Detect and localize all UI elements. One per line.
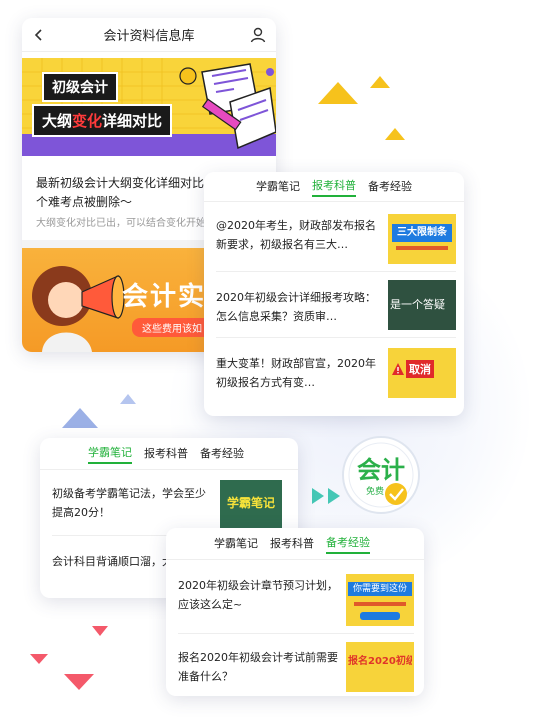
thumb-caption: 是一个答疑 [390, 298, 445, 311]
banner2-title: 会计实 [122, 282, 207, 312]
thumb-caption: 取消 [406, 360, 434, 378]
list-item-text: 报名2020年初级会计考试前需要准备什么？ [178, 651, 338, 683]
list-item-thumbnail: 是一个答疑 [388, 280, 456, 330]
list-item-text: @2020年考生，财政部发布报名新要求，初级报名有三大… [216, 219, 376, 251]
red-triangle-1 [92, 626, 108, 636]
list-item-text: 初级备考学霸笔记法，学会至少提高20分！ [52, 487, 206, 519]
banner-line1: 初级会计 [42, 72, 118, 102]
papers-pencil-illustration [179, 63, 276, 150]
page-title: 会计资料信息库 [103, 29, 195, 44]
tab-exam-guide[interactable]: 报考科普 [312, 177, 356, 197]
list-item[interactable]: 2020年初级会计详细报考攻略：怎么信息采集？资质审… 是一个答疑 [216, 272, 456, 338]
syllabus-banner[interactable]: 初级会计 大纲变化详细对比 [22, 58, 276, 156]
list-item-text: 重大变革！财政部官宣，2020年初级报名方式有变… [216, 357, 376, 389]
badge-title: 会计 [357, 456, 405, 484]
yellow-triangle-large [318, 82, 358, 104]
list-item-thumbnail: 学霸笔记 [220, 480, 282, 528]
list-item-text: 2020年初级会计详细报考攻略：怎么信息采集？资质审… [216, 291, 376, 323]
list-item-thumbnail: 三大限制条 [388, 214, 456, 264]
list-item-thumbnail: 报名2020初级会 [346, 642, 414, 692]
yellow-triangle-small [370, 76, 390, 88]
banner-line2: 大纲变化详细对比 [32, 104, 173, 137]
red-triangle-3 [64, 674, 94, 690]
blue-triangle-small [120, 394, 136, 404]
tab-prep-experience[interactable]: 备考经验 [326, 534, 370, 554]
tab-exam-guide[interactable]: 报考科普 [270, 535, 314, 553]
tab-study-notes[interactable]: 学霸笔记 [88, 444, 132, 464]
list-item-thumbnail: 取消 [388, 348, 456, 398]
megaphone-girl-illustration [32, 266, 125, 352]
exam-info-card: 学霸笔记 报考科普 备考经验 @2020年考生，财政部发布报名新要求，初级报名有… [204, 172, 464, 416]
yellow-triangle-tiny [385, 128, 405, 140]
banner2-subtitle: 这些费用该如 [132, 318, 212, 337]
tab-prep-experience[interactable]: 备考经验 [200, 445, 244, 463]
list-item[interactable]: 2020年初级会计章节预习计划，应该这么定~ 你需要到这份 [178, 564, 414, 634]
thumb-caption: 学霸笔记 [226, 496, 275, 510]
red-triangle-2 [30, 654, 48, 664]
tab-study-notes[interactable]: 学霸笔记 [256, 178, 300, 196]
free-accounting-badge[interactable]: 会计 免费 [338, 432, 424, 518]
list-item-text: 2020年初级会计章节预习计划，应该这么定~ [178, 579, 338, 611]
list-item[interactable]: @2020年考生，财政部发布报名新要求，初级报名有三大… 三大限制条 [216, 206, 456, 272]
blue-triangle-large [62, 408, 98, 428]
list-item[interactable]: 重大变革！财政部官宣，2020年初级报名方式有变… 取消 [216, 338, 456, 404]
list-item[interactable]: 初级备考学霸笔记法，学会至少提高20分！ 学霸笔记 [52, 474, 288, 536]
thumb-caption: 三大限制条 [392, 224, 452, 242]
user-icon[interactable] [249, 26, 267, 44]
list-item[interactable]: 报名2020年初级会计考试前需要准备什么？ 报名2020初级会 [178, 634, 414, 696]
warning-icon [392, 363, 404, 375]
prep-experience-card: 学霸笔记 报考科普 备考经验 2020年初级会计章节预习计划，应该这么定~ 你需… [166, 528, 424, 696]
thumb-caption: 报名2020初级会 [348, 656, 412, 667]
badge-subtitle: 免费 [365, 487, 384, 497]
tab-bar: 学霸笔记 报考科普 备考经验 [40, 438, 298, 470]
thumb-caption: 你需要到这份 [348, 582, 412, 596]
tab-bar: 学霸笔记 报考科普 备考经验 [166, 528, 424, 560]
tab-study-notes[interactable]: 学霸笔记 [214, 535, 258, 553]
list-item-thumbnail: 你需要到这份 [346, 574, 414, 626]
tab-exam-guide[interactable]: 报考科普 [144, 445, 188, 463]
nav-header: 会计资料信息库 [22, 18, 276, 52]
tab-bar: 学霸笔记 报考科普 备考经验 [204, 172, 464, 202]
tab-prep-experience[interactable]: 备考经验 [368, 178, 412, 196]
back-arrow-icon[interactable] [30, 26, 48, 44]
